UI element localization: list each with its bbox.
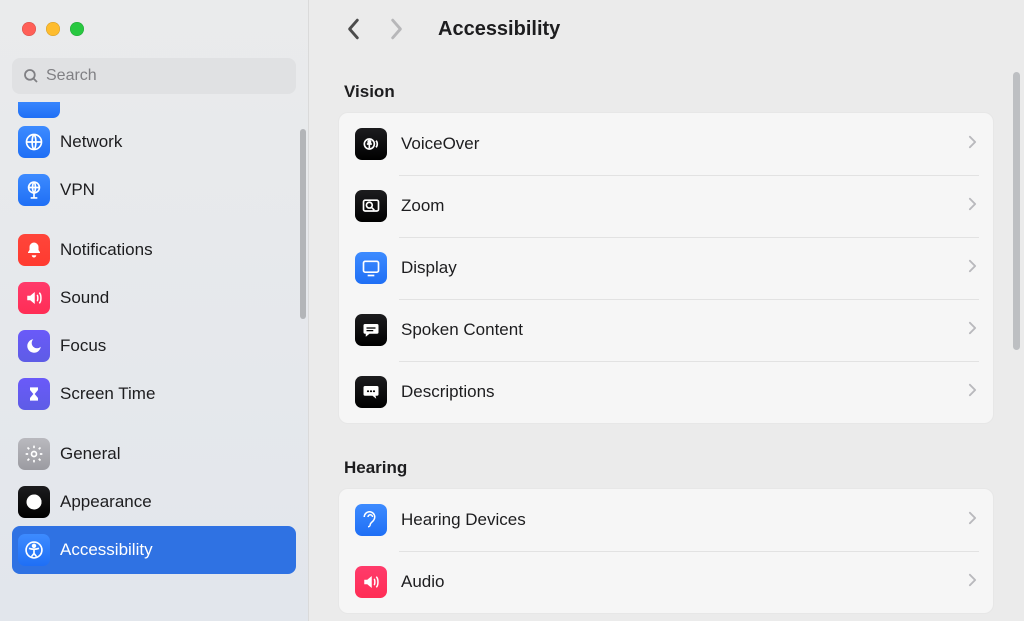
vision-card: VoiceOver Zoom Display — [338, 112, 994, 424]
content-scroll[interactable]: Vision VoiceOver Zoom Display — [308, 58, 1024, 621]
sidebar-item-screen-time[interactable]: Screen Time — [12, 370, 296, 418]
section-title-vision: Vision — [344, 82, 994, 102]
section-title-hearing: Hearing — [344, 458, 994, 478]
chevron-right-icon — [968, 573, 977, 592]
page-title: Accessibility — [438, 18, 560, 41]
search-field[interactable] — [12, 58, 296, 94]
row-display[interactable]: Display — [339, 237, 993, 299]
sidebar-item-vpn[interactable]: VPN — [12, 166, 296, 214]
sidebar-item-label: VPN — [60, 180, 95, 200]
sidebar-item-label: Appearance — [60, 492, 152, 512]
main-scrollbar[interactable] — [1013, 72, 1020, 350]
row-label: VoiceOver — [401, 134, 968, 154]
row-label: Audio — [401, 572, 968, 592]
sidebar-item-partial[interactable] — [18, 102, 60, 118]
row-voiceover[interactable]: VoiceOver — [339, 113, 993, 175]
chevron-right-icon — [968, 135, 977, 154]
sidebar-item-focus[interactable]: Focus — [12, 322, 296, 370]
contrast-icon — [18, 486, 50, 518]
chevron-right-icon — [968, 383, 977, 402]
sidebar-item-label: Focus — [60, 336, 106, 356]
back-button[interactable] — [336, 13, 372, 45]
sidebar-item-label: Notifications — [60, 240, 153, 260]
sidebar-item-sound[interactable]: Sound — [12, 274, 296, 322]
accessibility-icon — [18, 534, 50, 566]
sidebar-scrollbar[interactable] — [300, 129, 306, 319]
zoom-icon — [355, 190, 387, 222]
sidebar-item-notifications[interactable]: Notifications — [12, 226, 296, 274]
speech-bubble-icon — [355, 314, 387, 346]
row-label: Zoom — [401, 196, 968, 216]
search-icon — [22, 67, 40, 85]
chevron-right-icon — [968, 197, 977, 216]
sidebar-item-label: General — [60, 444, 120, 464]
sidebar-item-appearance[interactable]: Appearance — [12, 478, 296, 526]
row-label: Hearing Devices — [401, 510, 968, 530]
chevron-right-icon — [968, 321, 977, 340]
row-label: Spoken Content — [401, 320, 968, 340]
forward-button[interactable] — [378, 13, 414, 45]
sidebar-nav[interactable]: Network VPN Notifications Sound — [0, 102, 308, 621]
sidebar: Network VPN Notifications Sound — [0, 0, 308, 621]
ear-icon — [355, 504, 387, 536]
window-controls — [0, 0, 308, 36]
row-hearing-devices[interactable]: Hearing Devices — [339, 489, 993, 551]
hourglass-icon — [18, 378, 50, 410]
descriptions-icon — [355, 376, 387, 408]
search-input[interactable] — [46, 67, 286, 85]
row-spoken-content[interactable]: Spoken Content — [339, 299, 993, 361]
gear-icon — [18, 438, 50, 470]
globe-icon — [18, 126, 50, 158]
sidebar-item-label: Sound — [60, 288, 109, 308]
sidebar-item-label: Network — [60, 132, 122, 152]
minimize-window-button[interactable] — [46, 22, 60, 36]
bell-icon — [18, 234, 50, 266]
chevron-right-icon — [968, 511, 977, 530]
row-audio[interactable]: Audio — [339, 551, 993, 613]
row-label: Display — [401, 258, 968, 278]
speaker-icon — [18, 282, 50, 314]
chevron-right-icon — [968, 259, 977, 278]
sidebar-item-network[interactable]: Network — [12, 118, 296, 166]
voiceover-icon — [355, 128, 387, 160]
row-label: Descriptions — [401, 382, 968, 402]
chevron-left-icon — [347, 18, 361, 40]
display-icon — [355, 252, 387, 284]
hearing-card: Hearing Devices Audio — [338, 488, 994, 614]
moon-icon — [18, 330, 50, 362]
chevron-right-icon — [389, 18, 403, 40]
topbar: Accessibility — [308, 0, 1024, 58]
audio-speaker-icon — [355, 566, 387, 598]
sidebar-item-label: Screen Time — [60, 384, 155, 404]
sidebar-item-accessibility[interactable]: Accessibility — [12, 526, 296, 574]
vpn-globe-icon — [18, 174, 50, 206]
sidebar-item-label: Accessibility — [60, 540, 153, 560]
fullscreen-window-button[interactable] — [70, 22, 84, 36]
sidebar-item-general[interactable]: General — [12, 430, 296, 478]
search-wrap — [0, 36, 308, 102]
close-window-button[interactable] — [22, 22, 36, 36]
row-zoom[interactable]: Zoom — [339, 175, 993, 237]
row-descriptions[interactable]: Descriptions — [339, 361, 993, 423]
main-panel: Accessibility Vision VoiceOver Zoom — [308, 0, 1024, 621]
